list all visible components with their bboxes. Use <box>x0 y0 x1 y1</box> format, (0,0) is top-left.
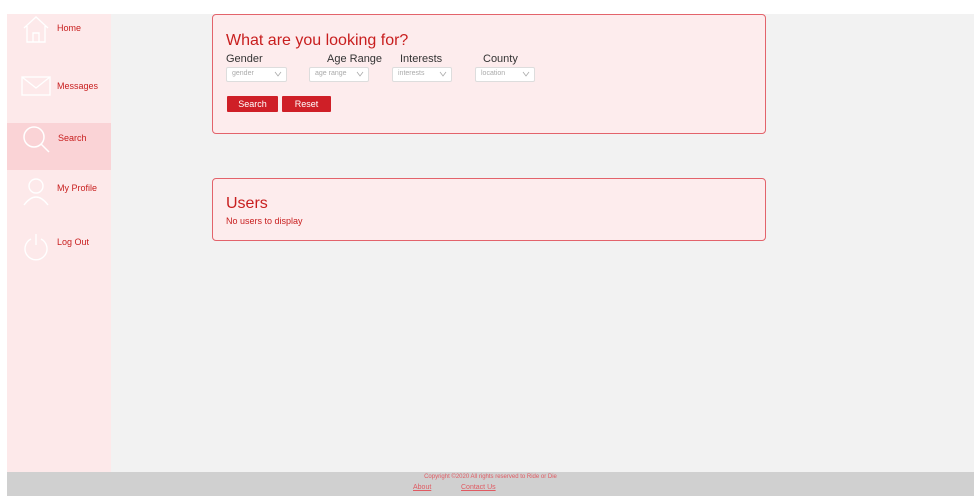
interests-select-value: interests <box>398 70 425 77</box>
search-icon <box>23 126 50 153</box>
envelope-icon <box>21 76 51 96</box>
gender-select[interactable]: gender <box>226 67 287 82</box>
search-button[interactable]: Search <box>227 96 278 112</box>
chevron-down-icon <box>274 71 282 77</box>
users-empty-message: No users to display <box>226 216 303 226</box>
county-select[interactable]: location <box>475 67 535 82</box>
search-panel: What are you looking for? Gender Age Ran… <box>212 14 766 134</box>
sidebar-item-log-out[interactable]: Log Out <box>7 232 111 280</box>
search-title: What are you looking for? <box>226 32 409 49</box>
interests-select[interactable]: interests <box>392 67 452 82</box>
sidebar-item-messages[interactable]: Messages <box>7 68 111 116</box>
user-icon <box>23 178 49 206</box>
age-range-select[interactable]: age range <box>309 67 369 82</box>
home-icon <box>23 16 49 43</box>
footer: Copyright ©2020 All rights reserved to R… <box>7 472 974 496</box>
chevron-down-icon <box>439 71 447 77</box>
gender-select-value: gender <box>232 70 254 77</box>
sidebar-item-search[interactable]: Search <box>7 123 111 170</box>
sidebar-item-label: Home <box>57 23 82 33</box>
reset-button[interactable]: Reset <box>282 96 331 112</box>
sidebar: Home Messages Search My Profile Log Out <box>7 14 111 472</box>
contact-us-link[interactable]: Contact Us <box>461 484 496 491</box>
county-label: County <box>483 53 518 65</box>
gender-label: Gender <box>226 53 263 65</box>
sidebar-item-label: Log Out <box>57 237 90 247</box>
sidebar-item-my-profile[interactable]: My Profile <box>7 178 111 226</box>
age-range-label: Age Range <box>327 53 383 65</box>
page: Home Messages Search My Profile Log Out … <box>0 0 974 496</box>
chevron-down-icon <box>356 71 364 77</box>
interests-label: Interests <box>400 53 443 65</box>
users-title: Users <box>226 195 268 212</box>
copyright-text: Copyright ©2020 All rights reserved to R… <box>424 474 557 480</box>
power-icon <box>24 234 48 261</box>
sidebar-item-label: Search <box>58 133 87 143</box>
county-select-value: location <box>481 70 506 77</box>
about-link[interactable]: About <box>413 484 431 491</box>
sidebar-item-label: Messages <box>57 81 99 91</box>
users-panel: Users No users to display <box>212 178 766 241</box>
chevron-down-icon <box>522 71 530 77</box>
sidebar-item-home[interactable]: Home <box>7 14 111 62</box>
sidebar-item-label: My Profile <box>57 183 98 193</box>
age-range-select-value: age range <box>315 70 347 77</box>
